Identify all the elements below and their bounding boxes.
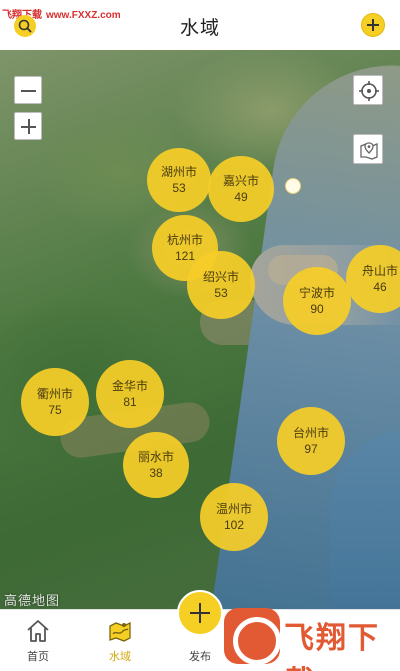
- tab-publish-label: 发布: [189, 651, 211, 663]
- top-bar: 飞翔下载www.FXXZ.com 水域: [0, 0, 400, 50]
- cluster-marker[interactable]: 嘉兴市 49: [208, 156, 274, 222]
- cluster-marker[interactable]: 丽水市 38: [123, 432, 189, 498]
- cluster-city: 衢州市: [36, 387, 73, 401]
- cluster-count: 121: [174, 249, 196, 263]
- cluster-count: 81: [123, 395, 137, 409]
- zoom-out-button[interactable]: [14, 76, 42, 104]
- tab-home[interactable]: 首页: [8, 610, 68, 671]
- cluster-marker[interactable]: 温州市 102: [200, 483, 268, 551]
- cluster-city: 台州市: [292, 426, 329, 440]
- tab-publish[interactable]: 发布: [170, 590, 230, 671]
- map-layers-button[interactable]: [353, 134, 383, 164]
- cluster-marker[interactable]: 湖州市 53: [147, 148, 211, 212]
- cluster-city: 湖州市: [160, 165, 197, 179]
- cluster-marker[interactable]: 金华市 81: [96, 360, 164, 428]
- add-button[interactable]: [361, 13, 385, 37]
- cluster-count: 38: [149, 466, 163, 480]
- publish-button[interactable]: [177, 590, 223, 636]
- cluster-marker[interactable]: 绍兴市 53: [187, 251, 255, 319]
- map-pin-icon: [360, 142, 378, 160]
- watermark-brand: 飞翔下载: [284, 622, 380, 671]
- cluster-count: 49: [234, 190, 248, 204]
- cluster-count: 53: [172, 181, 186, 195]
- watermark-shield-icon: [224, 608, 281, 665]
- cluster-count: 75: [48, 403, 62, 417]
- cluster-marker[interactable]: 衢州市 75: [21, 368, 89, 436]
- cluster-count: 46: [373, 280, 387, 294]
- cluster-count: 97: [304, 442, 318, 456]
- map-view[interactable]: 湖州市 53 嘉兴市 49 杭州市 121 绍兴市 53 宁波市 90 舟山市 …: [0, 50, 400, 609]
- cluster-marker[interactable]: 宁波市 90: [283, 267, 351, 335]
- cluster-city: 杭州市: [166, 233, 203, 247]
- zoom-in-button[interactable]: [14, 112, 42, 140]
- cluster-count: 53: [214, 286, 228, 300]
- map-provider-logo: 高德地图: [4, 593, 61, 608]
- cluster-city: 温州市: [215, 502, 252, 516]
- home-icon: [27, 620, 49, 642]
- cluster-marker[interactable]: 台州市 97: [277, 407, 345, 475]
- cluster-city: 绍兴市: [202, 270, 239, 284]
- cluster-city: 金华市: [111, 379, 148, 393]
- tab-water-label: 水域: [109, 651, 131, 663]
- page-title: 水域: [179, 18, 220, 39]
- tab-water[interactable]: 水域: [90, 610, 150, 671]
- cluster-city: 丽水市: [137, 450, 174, 464]
- cluster-city: 舟山市: [361, 264, 398, 278]
- cluster-count: 90: [310, 302, 324, 316]
- watermark-logo: 飞翔下载: [222, 603, 400, 671]
- map-point-marker[interactable]: [285, 178, 301, 194]
- cluster-city: 宁波市: [298, 286, 335, 300]
- water-map-icon: [109, 621, 131, 642]
- cluster-city: 嘉兴市: [222, 174, 259, 188]
- tab-home-label: 首页: [27, 651, 49, 663]
- crosshair-icon: [359, 81, 379, 101]
- locate-button[interactable]: [353, 75, 383, 105]
- cluster-count: 102: [223, 518, 245, 532]
